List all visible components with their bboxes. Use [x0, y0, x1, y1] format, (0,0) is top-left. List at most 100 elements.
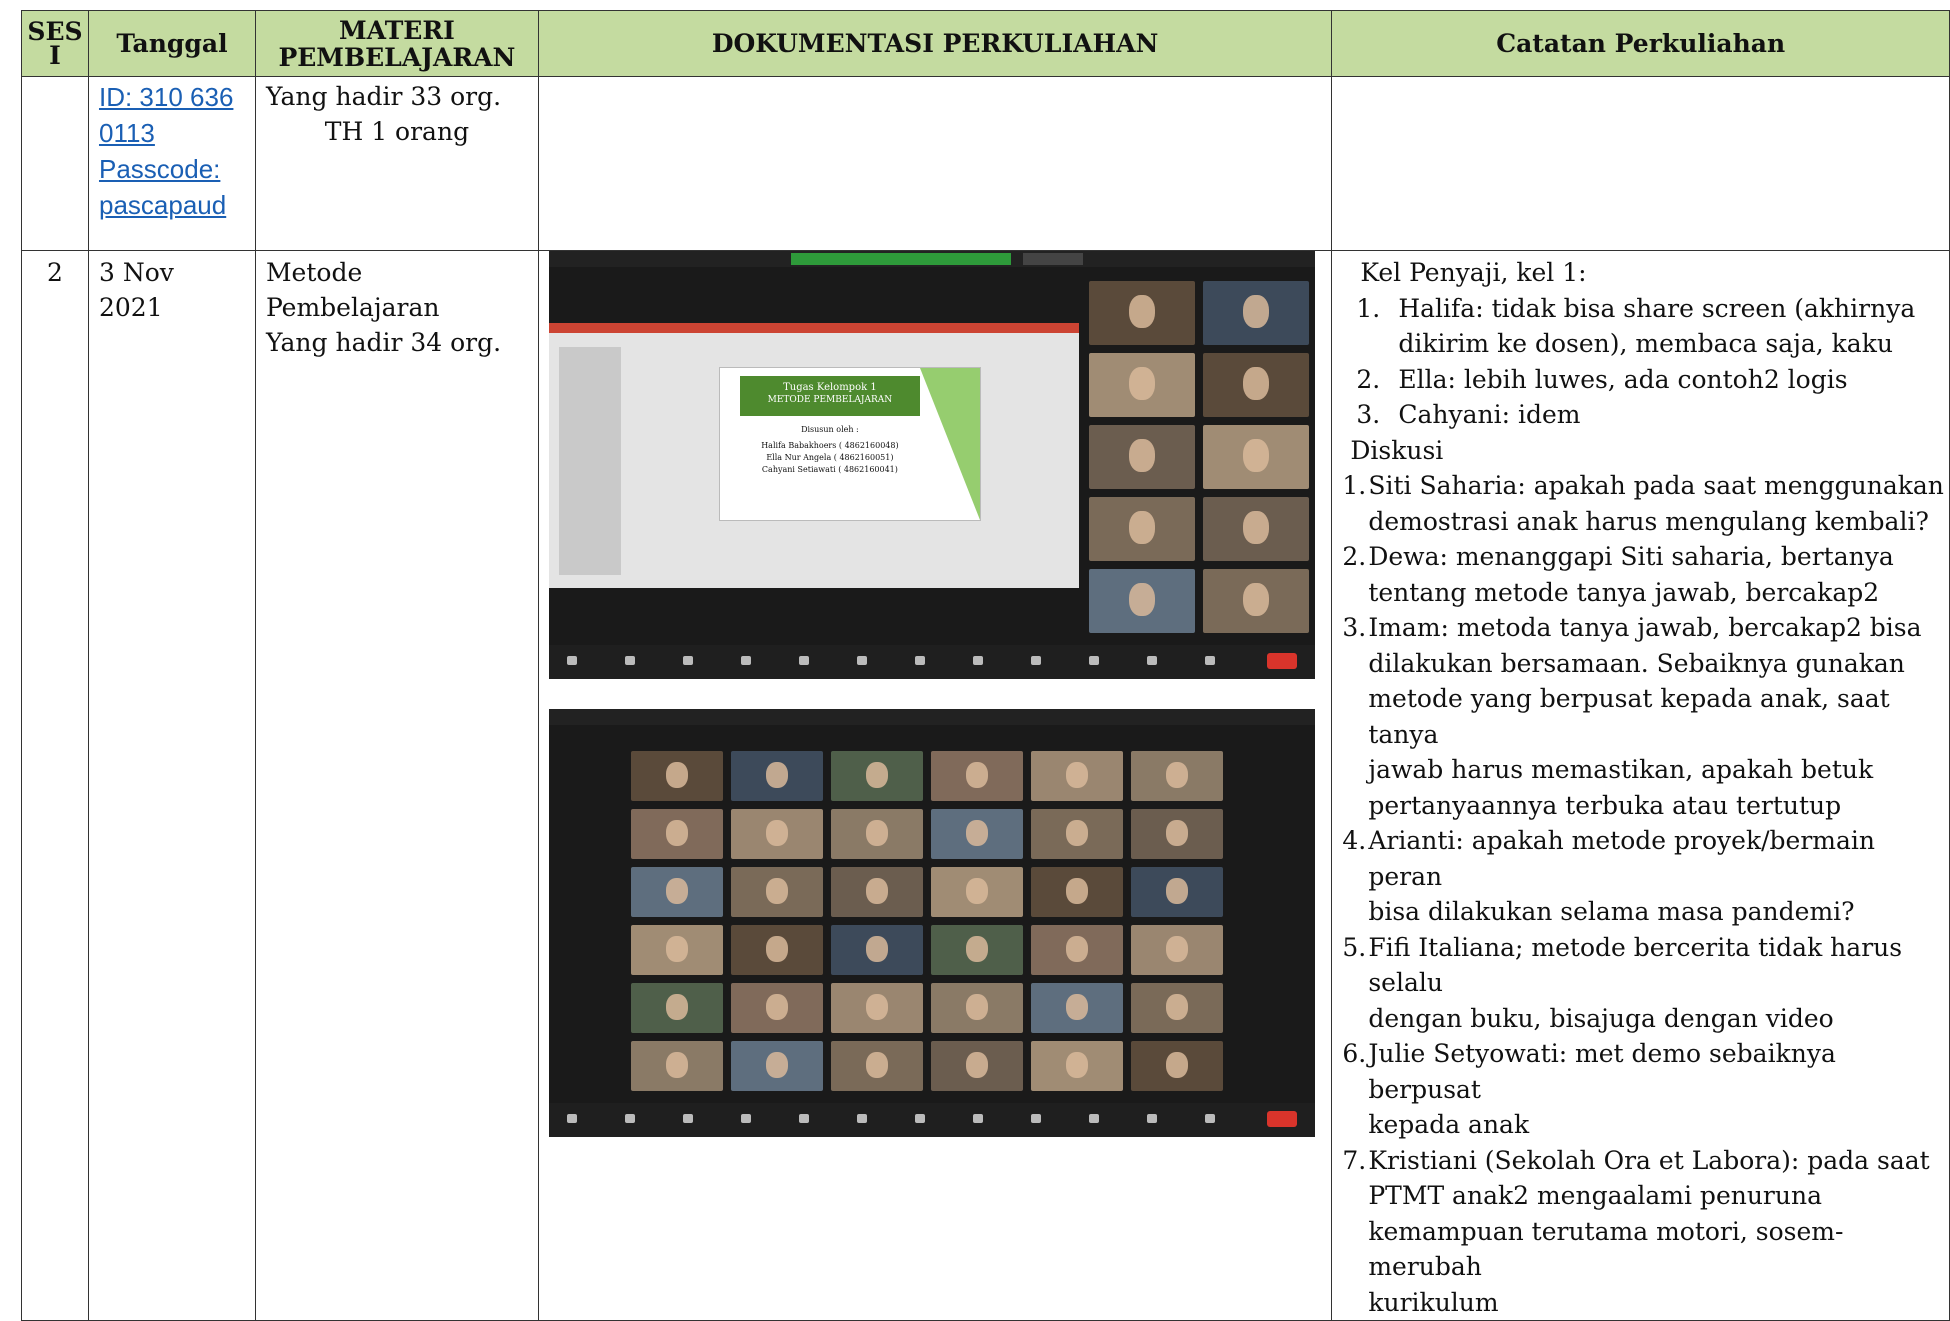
zoom-control-icon [798, 656, 809, 665]
slide-name: Cahyani Setiawati ( 4862160041) [761, 465, 898, 474]
slide-title-box: Tugas Kelompok 1 METODE PEMBELAJARAN [739, 376, 920, 416]
participant-video-tile [730, 983, 823, 1033]
header-row: SES I Tanggal MATERI PEMBELAJARAN DOKUMENT… [21, 10, 1950, 77]
participant-video-tile [930, 809, 1023, 859]
participant-video-tile [1130, 809, 1223, 859]
zoom-control-icon [1030, 1114, 1041, 1123]
zoom-id-link-2[interactable]: 0113 [99, 115, 245, 151]
header-dokumentasi: DOKUMENTASI PERKULIAHAN [537, 10, 1333, 77]
list-line: pertanyaannya terbuka atau tertutup [1368, 790, 1842, 820]
zoom-control-icon [1204, 1114, 1215, 1123]
zoom-control-icon [624, 656, 635, 665]
list-line: tentang metode tanya jawab, bercakap2 [1368, 577, 1880, 607]
discussion-list: 1. Siti Saharia: apakah pada saat menggun… [1342, 468, 1949, 1320]
participant-video-tile [930, 751, 1023, 801]
zoom-control-icon [914, 1114, 925, 1123]
zoom-control-icon [1030, 656, 1041, 665]
participant-video-tile [730, 809, 823, 859]
zoom-control-icon [682, 656, 693, 665]
zoom-link-cell: ID: 310 636 0113 Passcode: pascapaud [87, 76, 256, 251]
slide-canvas: Tugas Kelompok 1 METODE PEMBELAJARAN Dis… [718, 367, 981, 521]
materi-line: Pembelajaran [265, 293, 440, 322]
sharing-banner [790, 253, 1011, 265]
slide-thumbnails [558, 347, 621, 575]
participant-face [1243, 295, 1269, 329]
participant-face [865, 1052, 888, 1078]
slide-title: Tugas Kelompok 1 [783, 382, 877, 393]
zoom-control-bar [548, 1103, 1315, 1137]
header-catatan: Catatan Perkuliahan [1331, 10, 1950, 77]
participant-video-tile [830, 867, 923, 917]
table-row: ID: 310 636 0113 Passcode: pascapaud Yan… [21, 76, 1950, 251]
participant-video-tile [1130, 751, 1223, 801]
lecture-log-table: SES I Tanggal MATERI PEMBELAJARAN DOKUMENT… [21, 10, 1950, 1321]
participant-video-tile [1030, 983, 1123, 1033]
participant-face [965, 820, 988, 846]
zoom-control-icon [856, 1114, 867, 1123]
zoom-control-icon [624, 1114, 635, 1123]
participant-video-tile [1130, 1041, 1223, 1091]
participant-face [1065, 878, 1088, 904]
list-line: bisa dilakukan selama masa pandemi? [1368, 897, 1855, 926]
list-number: 5. [1342, 932, 1367, 962]
list-line: dikirim ke dosen), membaca saja, kaku [1398, 329, 1893, 358]
participant-video-tile [1030, 867, 1123, 917]
participant-video-tile [1130, 983, 1223, 1033]
participant-video-tile [930, 867, 1023, 917]
zoom-passcode-link-1[interactable]: Passcode: [99, 151, 245, 187]
shared-slide-window: Tugas Kelompok 1 METODE PEMBELAJARAN Dis… [548, 323, 1079, 588]
participant-video-tile [1088, 353, 1195, 417]
presenter-group-label: Kel Penyaji, kel 1: [1360, 258, 1587, 287]
participant-video-tile [1088, 425, 1195, 489]
list-number: 6. [1342, 1039, 1367, 1068]
participant-face [665, 936, 688, 962]
zoom-id-link-1[interactable]: ID: 310 636 [99, 79, 245, 115]
zoom-passcode-link-2[interactable]: pascapaud [99, 187, 245, 223]
participant-video-tile [1030, 925, 1123, 975]
participant-face [865, 820, 888, 846]
slide-by: Disusun oleh : [801, 425, 859, 434]
participant-video-tile [630, 809, 723, 859]
zoom-screenshot-gallery [548, 709, 1315, 1137]
participant-face [1165, 936, 1188, 962]
list-line: dilakukan bersamaan. Sebaiknya gunakan [1368, 648, 1905, 678]
participant-face [865, 878, 888, 904]
list-line: kemampuan terutama motori, sosem- meruba… [1368, 1216, 1844, 1282]
participant-face [1243, 367, 1269, 401]
zoom-screenshot-presentation: Tugas Kelompok 1 METODE PEMBELAJARAN Dis… [548, 251, 1315, 679]
header-tanggal: Tanggal [87, 10, 256, 77]
participant-face [665, 762, 688, 788]
participant-strip [1088, 281, 1311, 637]
zoom-control-icon [740, 656, 751, 665]
participant-face [1129, 367, 1155, 401]
zoom-control-icon [798, 1114, 809, 1123]
presenter-item: 2. Ella: lebih luwes, ada contoh2 logis [1350, 362, 1949, 398]
participant-video-tile [1088, 569, 1195, 633]
list-line: jawab harus memastikan, apakah betuk [1368, 755, 1874, 784]
attendance-text: Yang hadir 33 org. [265, 82, 502, 111]
zoom-control-icon [914, 656, 925, 665]
zoom-control-icon [1088, 1114, 1099, 1123]
participant-face [1065, 994, 1088, 1020]
participant-face [1129, 583, 1155, 617]
participant-face [1129, 295, 1155, 329]
participant-video-tile [1202, 569, 1309, 633]
participant-video-tile [1202, 353, 1309, 417]
cell-catatan: Kel Penyaji, kel 1: 1. Halifa: tidak bisa… [1331, 250, 1950, 1321]
materi-line: Metode [265, 258, 363, 287]
zoom-control-icon [740, 1114, 751, 1123]
participant-face [1065, 820, 1088, 846]
discussion-item: 3. Imam: metoda tanya jawab, bercakap2 bi… [1342, 610, 1949, 823]
participant-face [1065, 936, 1088, 962]
participant-face [1243, 583, 1269, 617]
cell-dokumentasi: Tugas Kelompok 1 METODE PEMBELAJARAN Dis… [537, 250, 1333, 1321]
zoom-control-icon [1146, 1114, 1157, 1123]
participant-face [665, 1052, 688, 1078]
list-line: kurikulum [1368, 1287, 1499, 1317]
discussion-item: 2. Dewa: menanggapi Siti saharia, bertany… [1342, 539, 1949, 610]
participant-video-tile [630, 751, 723, 801]
discussion-text: Siti Saharia: apakah pada saat menggunak… [1368, 468, 1944, 539]
participant-face [1165, 820, 1188, 846]
participant-face [1065, 762, 1088, 788]
list-number: 2. [1356, 364, 1381, 394]
